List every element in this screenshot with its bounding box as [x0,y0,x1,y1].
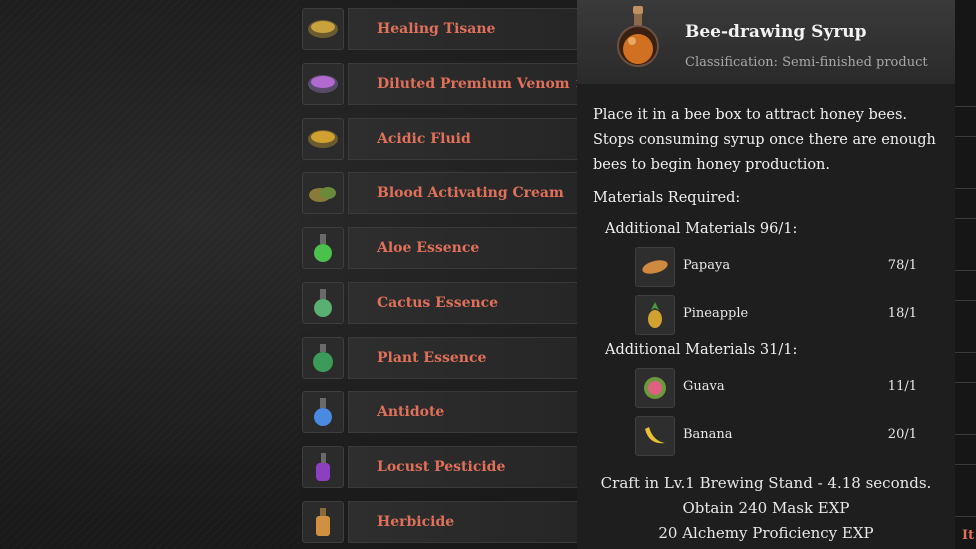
item-classification: Classification: Semi-finished product [685,55,928,70]
pesticide-bottle-icon [302,446,344,488]
material-row[interactable]: Papaya 78/1 [635,247,925,287]
recipe-item[interactable]: Blood Activating Cream [300,172,577,214]
herbicide-bottle-icon [302,501,344,543]
recipe-item[interactable]: Diluted Premium Venom ×5 [300,63,596,105]
guava-icon [635,368,675,408]
material-row[interactable]: Guava 11/1 [635,368,925,408]
material-row[interactable]: Banana 20/1 [635,416,925,456]
mask-exp: Obtain 240 Mask EXP [682,499,850,517]
material-name: Papaya [683,258,731,273]
material-name: Banana [683,427,733,442]
recipe-item[interactable]: Antidote [300,391,577,433]
recipe-label: Cactus Essence [377,295,499,311]
recipe-item[interactable]: Healing Tisane [300,8,577,50]
recipe-label: Herbicide [377,514,455,530]
recipe-label: Acidic Fluid [377,131,471,147]
banana-icon [635,416,675,456]
material-quantity: 18/1 [887,306,917,321]
cream-icon [302,172,344,214]
item-description: Place it in a bee box to attract honey b… [593,107,936,173]
side-list-edge [955,0,976,549]
aloe-flask-icon [302,227,344,269]
recipe-item[interactable]: Herbicide [300,501,577,543]
alchemy-exp: 20 Alchemy Proficiency EXP [658,524,874,542]
craft-info: Craft in Lv.1 Brewing Stand - 4.18 secon… [600,474,932,492]
material-row[interactable]: Pineapple 18/1 [635,295,925,335]
recipe-label: Healing Tisane [377,21,496,37]
item-detail-panel: Bee-drawing Syrup Classification: Semi-f… [577,0,955,549]
acidic-fluid-bowl-icon [302,118,344,160]
materials-title: Materials Required: [593,190,741,206]
recipe-label: Aloe Essence [377,240,480,256]
material-group-title: Additional Materials 31/1: [605,342,798,358]
recipe-item[interactable]: Acidic Fluid [300,118,577,160]
material-name: Guava [683,379,725,394]
recipe-list: Healing Tisane Diluted Premium Venom ×5 … [300,0,596,549]
material-quantity: 78/1 [887,258,917,273]
pineapple-icon [635,295,675,335]
material-quantity: 11/1 [887,379,917,394]
recipe-label: Antidote [377,404,445,420]
recipe-item[interactable]: Locust Pesticide [300,446,577,488]
syrup-flask-icon [613,4,663,70]
venom-bowl-icon [302,63,344,105]
recipe-label: Diluted Premium Venom ×5 [377,76,596,92]
recipe-item[interactable]: Plant Essence [300,337,577,379]
background-texture [0,0,300,549]
recipe-label: Blood Activating Cream [377,185,564,201]
cactus-flask-icon [302,282,344,324]
material-quantity: 20/1 [887,427,917,442]
material-group-title: Additional Materials 96/1: [605,221,798,237]
antidote-flask-icon [302,391,344,433]
detail-header: Bee-drawing Syrup Classification: Semi-f… [577,0,955,84]
recipe-label: Plant Essence [377,350,487,366]
material-name: Pineapple [683,306,749,321]
item-name: Bee-drawing Syrup [685,22,867,42]
healing-tisane-bowl-icon [302,8,344,50]
recipe-item[interactable]: Aloe Essence [300,227,577,269]
recipe-label: Locust Pesticide [377,459,506,475]
papaya-icon [635,247,675,287]
recipe-item[interactable]: Cactus Essence [300,282,577,324]
corner-tag: It [962,528,975,543]
plant-flask-icon [302,337,344,379]
